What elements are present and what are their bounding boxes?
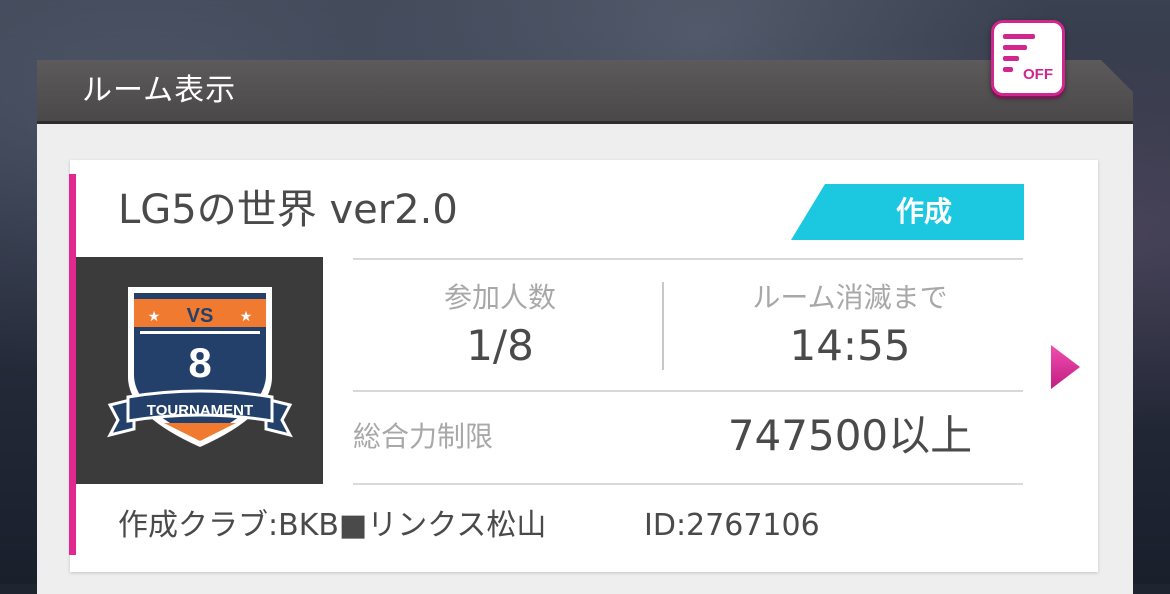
stats-vertical-divider xyxy=(662,282,664,370)
emblem-vs-text: VS xyxy=(187,305,214,327)
divider-middle xyxy=(353,390,1023,392)
divider-bottom xyxy=(353,483,1023,485)
creator-club: 作成クラブ:BKB■リンクス松山 xyxy=(118,508,547,543)
expire-countdown: 14:55 xyxy=(789,321,911,370)
svg-text:★: ★ xyxy=(240,309,253,325)
power-limit-value: 747500以上 xyxy=(727,411,973,460)
filter-lines-icon: OFF xyxy=(1003,34,1053,83)
participants-value: 1/8 xyxy=(466,321,534,370)
expire-label: ルーム消滅まで xyxy=(752,281,948,314)
room-card-accent-bar xyxy=(69,174,76,555)
divider-top xyxy=(353,258,1023,260)
emblem-ribbon-text: TOURNAMENT xyxy=(147,402,253,419)
room-id: ID:2767106 xyxy=(644,508,820,543)
page-title: ルーム表示 xyxy=(82,73,237,108)
power-limit-label: 総合力制限 xyxy=(353,420,494,453)
vs-8-tournament-shield-icon: ★ ★ VS 8 TOURNAMENT xyxy=(107,287,293,447)
svg-text:★: ★ xyxy=(148,309,161,325)
filter-toggle-button[interactable]: OFF xyxy=(991,20,1065,96)
create-badge-label: 作成 xyxy=(895,195,952,228)
tournament-emblem: ★ ★ VS 8 TOURNAMENT xyxy=(76,257,323,484)
chevron-right-icon[interactable] xyxy=(1048,343,1082,391)
participants-label: 参加人数 xyxy=(443,281,556,314)
room-name: LG5の世界 ver2.0 xyxy=(118,187,458,233)
emblem-number: 8 xyxy=(188,339,211,386)
filter-state-label: OFF xyxy=(1023,66,1053,83)
